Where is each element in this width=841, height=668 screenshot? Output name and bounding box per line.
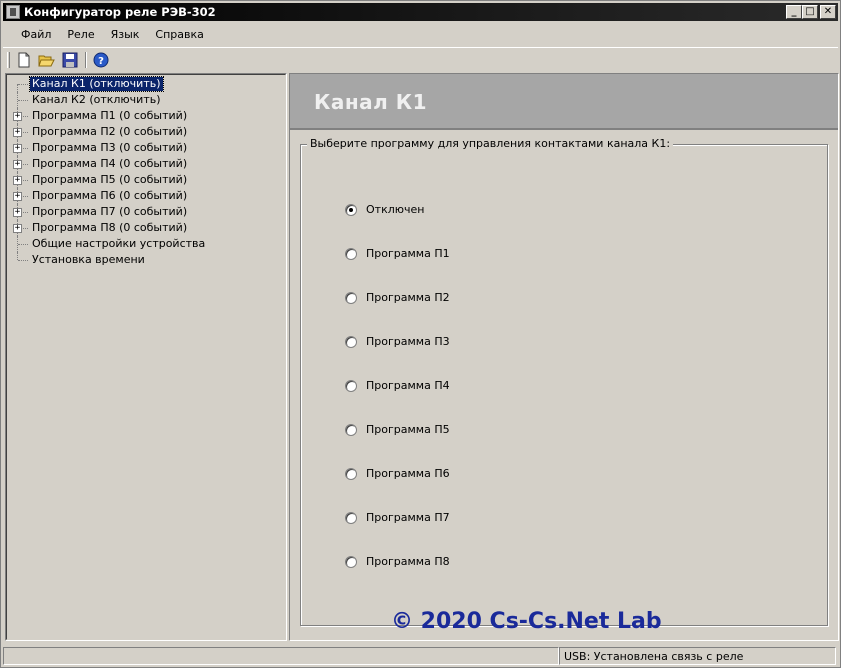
radio-label[interactable]: Программа П3 [366,335,450,348]
tree-item-label[interactable]: Программа П1 (0 событий) [30,109,189,123]
help-button[interactable]: ? [91,50,111,70]
radio-option-p4[interactable]: Программа П4 [345,379,450,392]
title-bar[interactable]: Конфигуратор реле РЭВ-302 _ □ ✕ [3,3,838,21]
tree-item-label[interactable]: Программа П2 (0 событий) [30,125,189,139]
radio-button[interactable] [345,291,357,304]
toolbar-grip[interactable] [7,51,10,68]
new-icon [18,52,30,67]
tree-item-channel-k1[interactable]: Канал К1 (отключить) [12,76,282,92]
tree-panel: Канал К1 (отключить) Канал К2 (отключить… [5,73,287,641]
tree-item-label[interactable]: Программа П3 (0 событий) [30,141,189,155]
tree-item-program-p2[interactable]: + Программа П2 (0 событий) [12,124,282,140]
save-button[interactable] [60,50,80,70]
tree-item-label[interactable]: Программа П5 (0 событий) [30,173,189,187]
radio-button[interactable] [345,379,357,392]
tree-item-label[interactable]: Установка времени [30,253,147,267]
radio-option-p8[interactable]: Программа П8 [345,555,450,568]
panel-header: Канал К1 [290,74,838,130]
tree-item-general-settings[interactable]: Общие настройки устройства [12,236,282,252]
menu-language[interactable]: Язык [103,26,148,43]
tree-item-program-p6[interactable]: + Программа П6 (0 событий) [12,188,282,204]
tree-item-channel-k2[interactable]: Канал К2 (отключить) [12,92,282,108]
toolbar: ? [3,47,838,71]
radio-button[interactable] [345,247,357,260]
radio-button[interactable] [345,555,357,568]
status-cell-main [3,647,559,665]
radio-option-p3[interactable]: Программа П3 [345,335,450,348]
expand-icon[interactable]: + [13,192,22,201]
expand-icon[interactable]: + [13,208,22,217]
tree-item-label[interactable]: Программа П7 (0 событий) [30,205,189,219]
tree-item-label[interactable]: Канал К1 (отключить) [29,76,164,92]
svg-text:?: ? [98,56,104,67]
radio-option-p7[interactable]: Программа П7 [345,511,450,524]
expand-icon[interactable]: + [13,144,22,153]
panel-title: Канал К1 [314,90,428,114]
open-button[interactable] [37,50,57,70]
tree-item-program-p3[interactable]: + Программа П3 (0 событий) [12,140,282,156]
radio-option-p5[interactable]: Программа П5 [345,423,450,436]
radio-label[interactable]: Программа П6 [366,467,450,480]
radio-button[interactable] [345,511,357,524]
tree-item-program-p7[interactable]: + Программа П7 (0 событий) [12,204,282,220]
tree-item-label[interactable]: Канал К2 (отключить) [30,93,163,107]
status-connection: USB: Установлена связь с реле [559,647,836,665]
window-controls: _ □ ✕ [786,5,836,19]
tree-item-program-p1[interactable]: + Программа П1 (0 событий) [12,108,282,124]
close-button[interactable]: ✕ [820,5,836,19]
status-bar: USB: Установлена связь с реле [3,647,838,667]
radio-button[interactable] [345,423,357,436]
radio-button[interactable] [345,467,357,480]
open-icon [38,55,55,66]
new-button[interactable] [14,50,34,70]
expand-icon[interactable]: + [13,112,22,121]
tree-item-program-p8[interactable]: + Программа П8 (0 событий) [12,220,282,236]
app-window: Конфигуратор реле РЭВ-302 _ □ ✕ Файл Рел… [0,0,841,668]
radio-label[interactable]: Программа П1 [366,247,450,260]
maximize-button[interactable]: □ [802,5,818,19]
app-icon [6,5,20,19]
program-group-box: Выберите программу для управления контак… [300,137,828,626]
window-title: Конфигуратор реле РЭВ-302 [24,5,216,19]
tree-item-label[interactable]: Общие настройки устройства [30,237,207,251]
tree-item-label[interactable]: Программа П4 (0 событий) [30,157,189,171]
tree-item-label[interactable]: Программа П8 (0 событий) [30,221,189,235]
tree-item-label[interactable]: Программа П6 (0 событий) [30,189,189,203]
expand-icon[interactable]: + [13,176,22,185]
expand-icon[interactable]: + [13,128,22,137]
tree-item-program-p4[interactable]: + Программа П4 (0 событий) [12,156,282,172]
radio-option-p6[interactable]: Программа П6 [345,467,450,480]
radio-label[interactable]: Программа П2 [366,291,450,304]
radio-option-p2[interactable]: Программа П2 [345,291,450,304]
radio-label[interactable]: Программа П5 [366,423,450,436]
menu-relay[interactable]: Реле [59,26,102,43]
radio-label[interactable]: Программа П7 [366,511,450,524]
toolbar-separator [85,51,87,68]
navigation-tree: Канал К1 (отключить) Канал К2 (отключить… [12,76,282,268]
save-icon [62,52,78,67]
tree-item-program-p5[interactable]: + Программа П5 (0 событий) [12,172,282,188]
radio-label[interactable]: Программа П4 [366,379,450,392]
menu-bar: Файл Реле Язык Справка [3,23,838,45]
minimize-button[interactable]: _ [786,5,802,19]
expand-icon[interactable]: + [13,160,22,169]
radio-button[interactable] [345,203,357,216]
radio-label[interactable]: Отключен [366,203,424,216]
content-panel: Канал К1 Выберите программу для управлен… [289,73,839,641]
help-icon: ? [93,52,109,67]
menu-help[interactable]: Справка [147,26,211,43]
copyright-text: © 2020 Cs-Cs.Net Lab [391,609,662,634]
menu-file[interactable]: Файл [13,26,59,43]
tree-item-set-time[interactable]: Установка времени [12,252,282,268]
radio-label[interactable]: Программа П8 [366,555,450,568]
group-caption: Выберите программу для управления контак… [307,137,674,150]
radio-option-p1[interactable]: Программа П1 [345,247,450,260]
expand-icon[interactable]: + [13,224,22,233]
radio-option-off[interactable]: Отключен [345,203,424,216]
radio-button[interactable] [345,335,357,348]
